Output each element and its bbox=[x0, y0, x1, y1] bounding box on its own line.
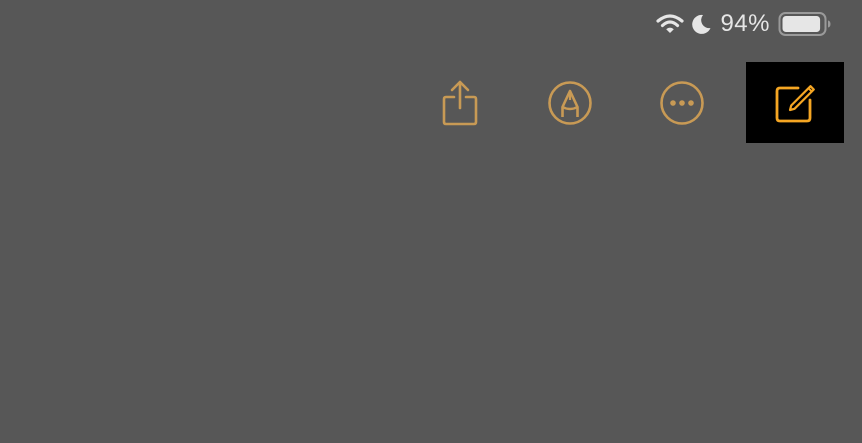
more-options-button[interactable] bbox=[633, 62, 731, 143]
more-ellipsis-icon bbox=[660, 80, 704, 125]
notes-screen: 94% bbox=[0, 0, 862, 443]
compose-icon bbox=[775, 84, 815, 122]
notes-toolbar bbox=[0, 62, 862, 143]
markup-button[interactable] bbox=[521, 62, 619, 143]
battery-icon bbox=[778, 12, 831, 36]
share-icon bbox=[442, 80, 478, 125]
compose-note-button[interactable] bbox=[746, 62, 844, 143]
wifi-icon bbox=[656, 14, 685, 33]
status-bar: 94% bbox=[656, 9, 832, 39]
moon-icon bbox=[692, 14, 711, 34]
battery-percentage: 94% bbox=[720, 10, 770, 37]
markup-pen-icon bbox=[548, 80, 592, 125]
share-button[interactable] bbox=[411, 62, 509, 143]
